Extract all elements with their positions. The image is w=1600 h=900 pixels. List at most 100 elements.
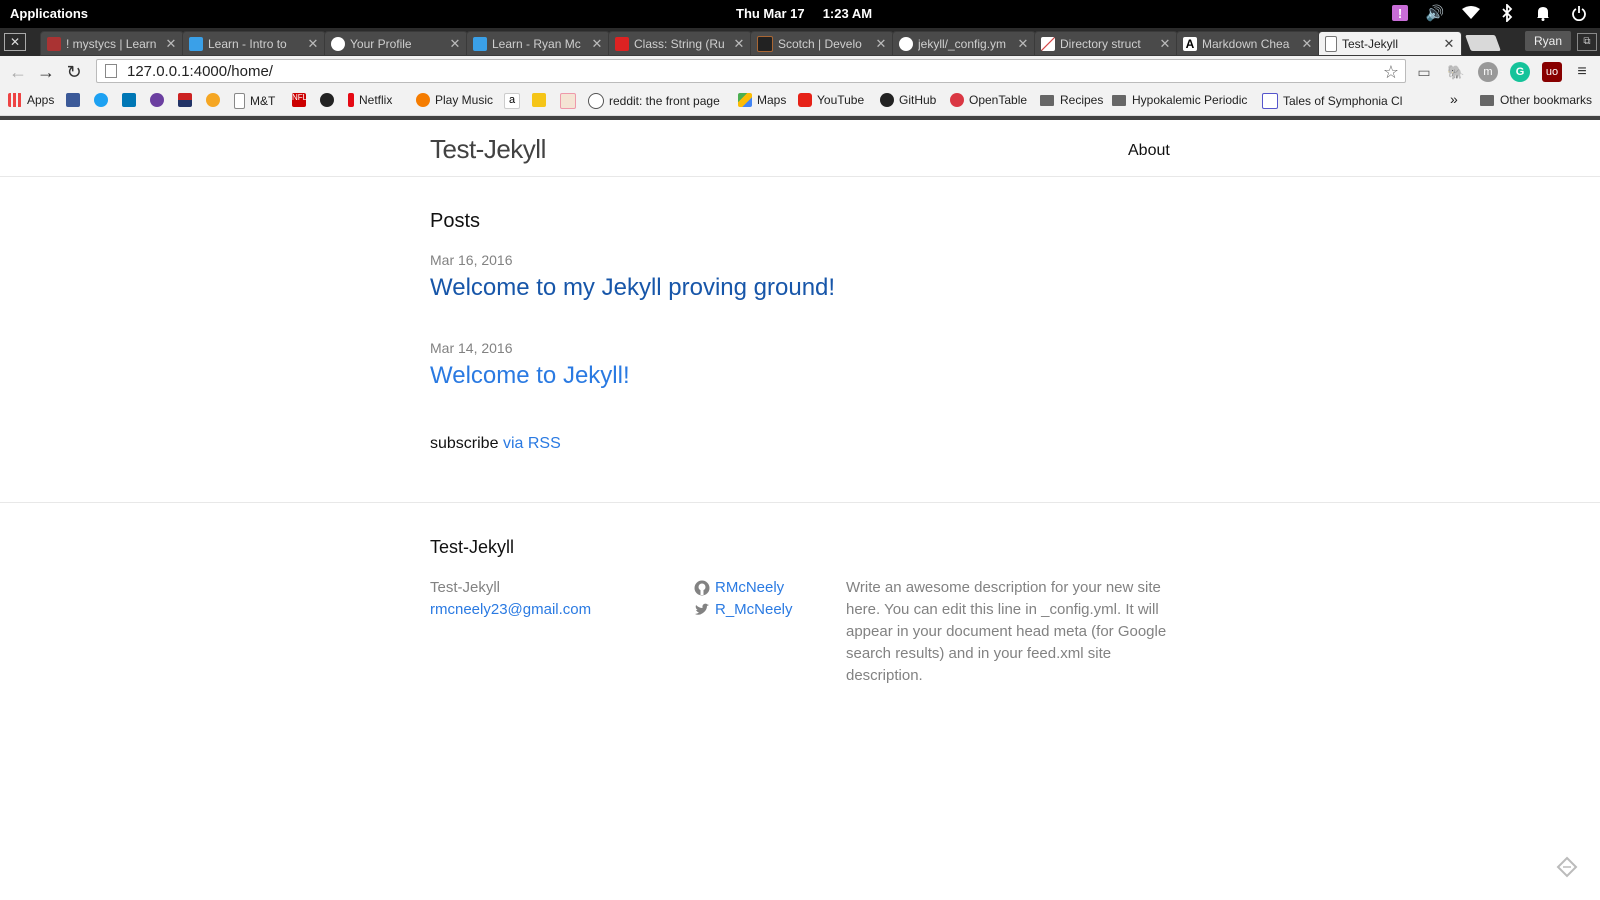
tag-icon[interactable] bbox=[1556, 856, 1578, 878]
tab-directory-structure[interactable]: Directory struct ✕ bbox=[1034, 31, 1178, 56]
forward-arrow-icon[interactable]: → bbox=[36, 62, 56, 82]
tab-your-profile[interactable]: Your Profile ✕ bbox=[324, 31, 468, 56]
close-tab-icon[interactable]: ✕ bbox=[733, 36, 745, 52]
close-tab-icon[interactable]: ✕ bbox=[1301, 36, 1313, 52]
rss-link[interactable]: via RSS bbox=[503, 435, 561, 452]
play-circle-icon[interactable] bbox=[206, 93, 225, 107]
tab-ruby-string[interactable]: Class: String (Ru ✕ bbox=[608, 31, 752, 56]
linkedin-icon[interactable] bbox=[122, 93, 141, 107]
footer-email-link[interactable]: rmcneely23@gmail.com bbox=[430, 601, 591, 618]
bookmarks-overflow-chevron[interactable]: » bbox=[1450, 91, 1458, 107]
tab-markdown-cheatsheet[interactable]: A Markdown Chea ✕ bbox=[1176, 31, 1320, 56]
posts-heading: Posts bbox=[430, 210, 481, 232]
cast-icon[interactable]: ▭ bbox=[1414, 62, 1434, 82]
amazon-icon[interactable]: a bbox=[504, 93, 525, 109]
url-input[interactable] bbox=[125, 61, 1405, 81]
bookmark-label: OpenTable bbox=[969, 93, 1028, 107]
bank-icon[interactable] bbox=[178, 93, 197, 107]
close-tab-icon[interactable]: ✕ bbox=[165, 36, 177, 52]
grammarly-icon[interactable]: G bbox=[1510, 62, 1530, 82]
youtube-icon bbox=[798, 93, 812, 107]
volume-icon[interactable]: 🔊 bbox=[1426, 4, 1445, 22]
bookmark-recipes[interactable]: Recipes bbox=[1040, 93, 1103, 107]
post-title-link[interactable]: Welcome to my Jekyll proving ground! bbox=[430, 274, 835, 302]
learn-favicon bbox=[473, 36, 487, 51]
page-info-icon[interactable] bbox=[105, 64, 117, 78]
bookmark-tales[interactable]: Tales of Symphonia Cl bbox=[1262, 93, 1402, 109]
close-tab-icon[interactable]: ✕ bbox=[449, 36, 461, 52]
tab-test-jekyll[interactable]: Test-Jekyll ✕ bbox=[1318, 31, 1462, 56]
bell-icon[interactable] bbox=[1534, 4, 1552, 22]
post-title-link[interactable]: Welcome to Jekyll! bbox=[430, 362, 630, 390]
bookmark-maps[interactable]: Maps bbox=[738, 93, 786, 107]
m-extension-icon[interactable]: m bbox=[1478, 62, 1498, 82]
bookmark-purple-icon[interactable] bbox=[150, 93, 169, 107]
time-label: 1:23 AM bbox=[822, 6, 873, 21]
tab-jekyll-config[interactable]: jekyll/_config.ym ✕ bbox=[892, 31, 1036, 56]
new-tab-button[interactable] bbox=[1465, 35, 1501, 51]
twitter-icon[interactable] bbox=[94, 93, 113, 107]
tab-strip: ✕ ! mystycs | Learn ✕ Learn - Intro to ✕… bbox=[0, 28, 1600, 56]
restore-window-button[interactable]: ⧉ bbox=[1577, 33, 1597, 51]
bookmark-label: Netflix bbox=[359, 93, 393, 107]
bookmark-label: Hypokalemic Periodic bbox=[1132, 93, 1248, 107]
footer-twitter: R_McNeely bbox=[694, 599, 793, 621]
back-arrow-icon[interactable]: ← bbox=[8, 62, 28, 82]
nhl-icon[interactable] bbox=[320, 93, 339, 107]
apps-grid-icon bbox=[8, 93, 22, 107]
bookmark-reddit[interactable]: reddit: the front page bbox=[588, 93, 720, 109]
twitter-username-link[interactable]: R_McNeely bbox=[715, 599, 793, 621]
tab-scotch[interactable]: Scotch | Develo ✕ bbox=[750, 31, 894, 56]
power-icon[interactable] bbox=[1570, 4, 1588, 22]
evernote-icon[interactable]: 🐘 bbox=[1446, 62, 1466, 82]
clock[interactable]: Thu Mar 17 1:23 AM bbox=[736, 6, 872, 21]
facebook-icon[interactable] bbox=[66, 93, 85, 107]
os-top-panel: Applications Thu Mar 17 1:23 AM ! 🔊 bbox=[0, 0, 1600, 28]
folder-icon bbox=[1480, 94, 1494, 106]
headphones-icon bbox=[416, 93, 430, 107]
menu-icon[interactable]: ≡ bbox=[1572, 62, 1592, 82]
tab-learn-ryan[interactable]: Learn - Ryan Mc ✕ bbox=[466, 31, 610, 56]
footer-github: RMcNeely bbox=[694, 577, 793, 599]
bookmark-other[interactable]: Other bookmarks bbox=[1480, 93, 1592, 107]
github-username-link[interactable]: RMcNeely bbox=[715, 577, 784, 599]
ublock-icon[interactable]: uo bbox=[1542, 62, 1562, 82]
footer-description: Write an awesome description for your ne… bbox=[846, 579, 1167, 684]
bookmark-mt[interactable]: M&T bbox=[234, 93, 275, 109]
close-tab-icon[interactable]: ✕ bbox=[307, 36, 319, 52]
nfl-icon[interactable]: NFL bbox=[292, 93, 311, 107]
close-tab-icon[interactable]: ✕ bbox=[591, 36, 603, 52]
applications-menu[interactable]: Applications bbox=[10, 6, 88, 21]
imdb-icon[interactable] bbox=[532, 93, 551, 107]
close-window-button[interactable]: ✕ bbox=[4, 33, 26, 51]
tab-title: ! mystycs | Learn bbox=[66, 36, 157, 51]
bluetooth-icon[interactable] bbox=[1498, 4, 1516, 22]
wifi-icon[interactable] bbox=[1462, 4, 1480, 22]
close-tab-icon[interactable]: ✕ bbox=[1159, 36, 1171, 52]
close-tab-icon[interactable]: ✕ bbox=[1017, 36, 1029, 52]
close-tab-icon[interactable]: ✕ bbox=[1443, 36, 1455, 52]
bookmark-star-icon[interactable]: ☆ bbox=[1383, 62, 1399, 83]
bookmark-label: reddit: the front page bbox=[609, 94, 720, 108]
system-tray: ! 🔊 bbox=[1392, 4, 1588, 22]
site-title-link[interactable]: Test-Jekyll bbox=[430, 134, 546, 165]
bookmark-opentable[interactable]: OpenTable bbox=[950, 93, 1027, 107]
github-icon bbox=[694, 580, 710, 596]
address-bar[interactable]: ☆ bbox=[96, 59, 1406, 83]
nav-about-link[interactable]: About bbox=[1128, 142, 1170, 160]
tab-learn-intro[interactable]: Learn - Intro to ✕ bbox=[182, 31, 326, 56]
maps-icon bbox=[738, 93, 752, 107]
bookmark-apps[interactable]: Apps bbox=[8, 93, 54, 107]
bookmark-netflix[interactable]: Netflix bbox=[348, 93, 392, 107]
profile-button[interactable]: Ryan bbox=[1525, 31, 1571, 51]
bookmark-github[interactable]: GitHub bbox=[880, 93, 936, 107]
tab-mystycs[interactable]: ! mystycs | Learn ✕ bbox=[40, 31, 184, 56]
reload-icon[interactable]: ↻ bbox=[64, 62, 84, 82]
bookmark-hypokalemic[interactable]: Hypokalemic Periodic bbox=[1112, 93, 1247, 107]
tab-title: Scotch | Develo bbox=[778, 36, 862, 51]
xda-icon[interactable] bbox=[560, 93, 581, 109]
notification-alert-icon[interactable]: ! bbox=[1392, 5, 1408, 21]
close-tab-icon[interactable]: ✕ bbox=[875, 36, 887, 52]
bookmark-play-music[interactable]: Play Music bbox=[416, 93, 493, 107]
bookmark-youtube[interactable]: YouTube bbox=[798, 93, 864, 107]
